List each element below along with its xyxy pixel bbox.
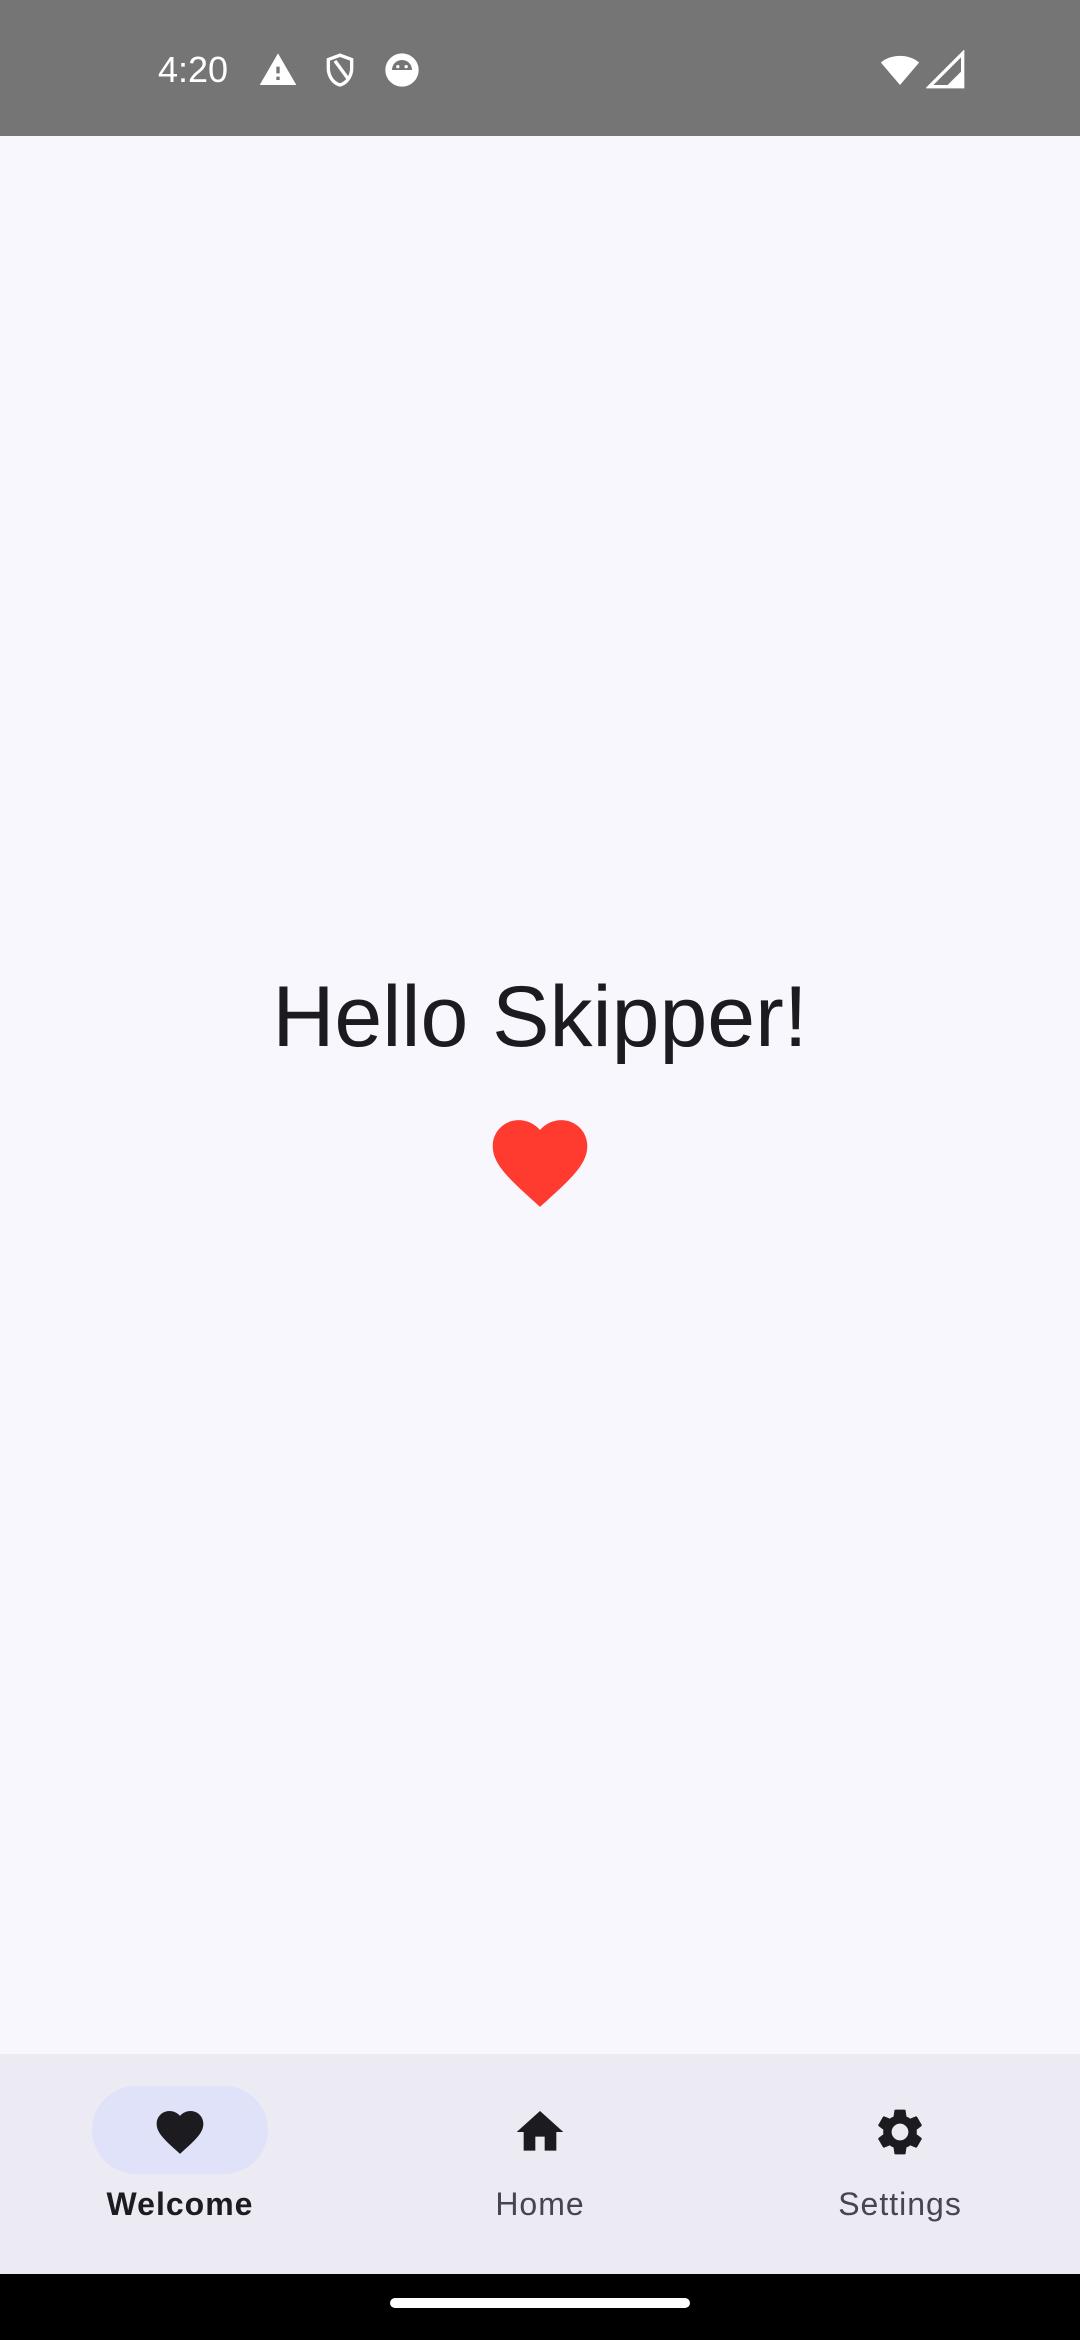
wifi-icon — [880, 50, 920, 90]
nav-label-home: Home — [495, 2186, 585, 2222]
home-gesture-handle[interactable] — [390, 2298, 690, 2308]
home-icon — [512, 2104, 568, 2160]
nav-item-home[interactable]: Home — [360, 2054, 720, 2274]
android-debug-icon — [382, 50, 422, 90]
greeting-text: Hello Skipper! — [272, 969, 808, 1065]
gear-icon — [872, 2104, 928, 2160]
main-content: Hello Skipper! — [0, 136, 1080, 2054]
status-bar: 4:20 — [0, 0, 1080, 136]
heart-icon — [482, 1106, 598, 1210]
shield-icon — [320, 50, 360, 90]
app-screen: 4:20 Hello Skipper! Welcome Home Setting… — [0, 0, 1080, 2340]
bottom-navigation: Welcome Home Settings — [0, 2054, 1080, 2274]
gesture-navigation-bar — [0, 2274, 1080, 2340]
heart-icon — [152, 2104, 208, 2160]
status-time: 4:20 — [158, 49, 229, 90]
nav-item-settings[interactable]: Settings — [720, 2054, 1080, 2274]
warning-icon — [258, 50, 298, 90]
nav-label-settings: Settings — [838, 2186, 962, 2222]
nav-label-welcome: Welcome — [106, 2186, 254, 2222]
nav-item-welcome[interactable]: Welcome — [0, 2054, 360, 2274]
cell-signal-icon — [926, 50, 966, 90]
